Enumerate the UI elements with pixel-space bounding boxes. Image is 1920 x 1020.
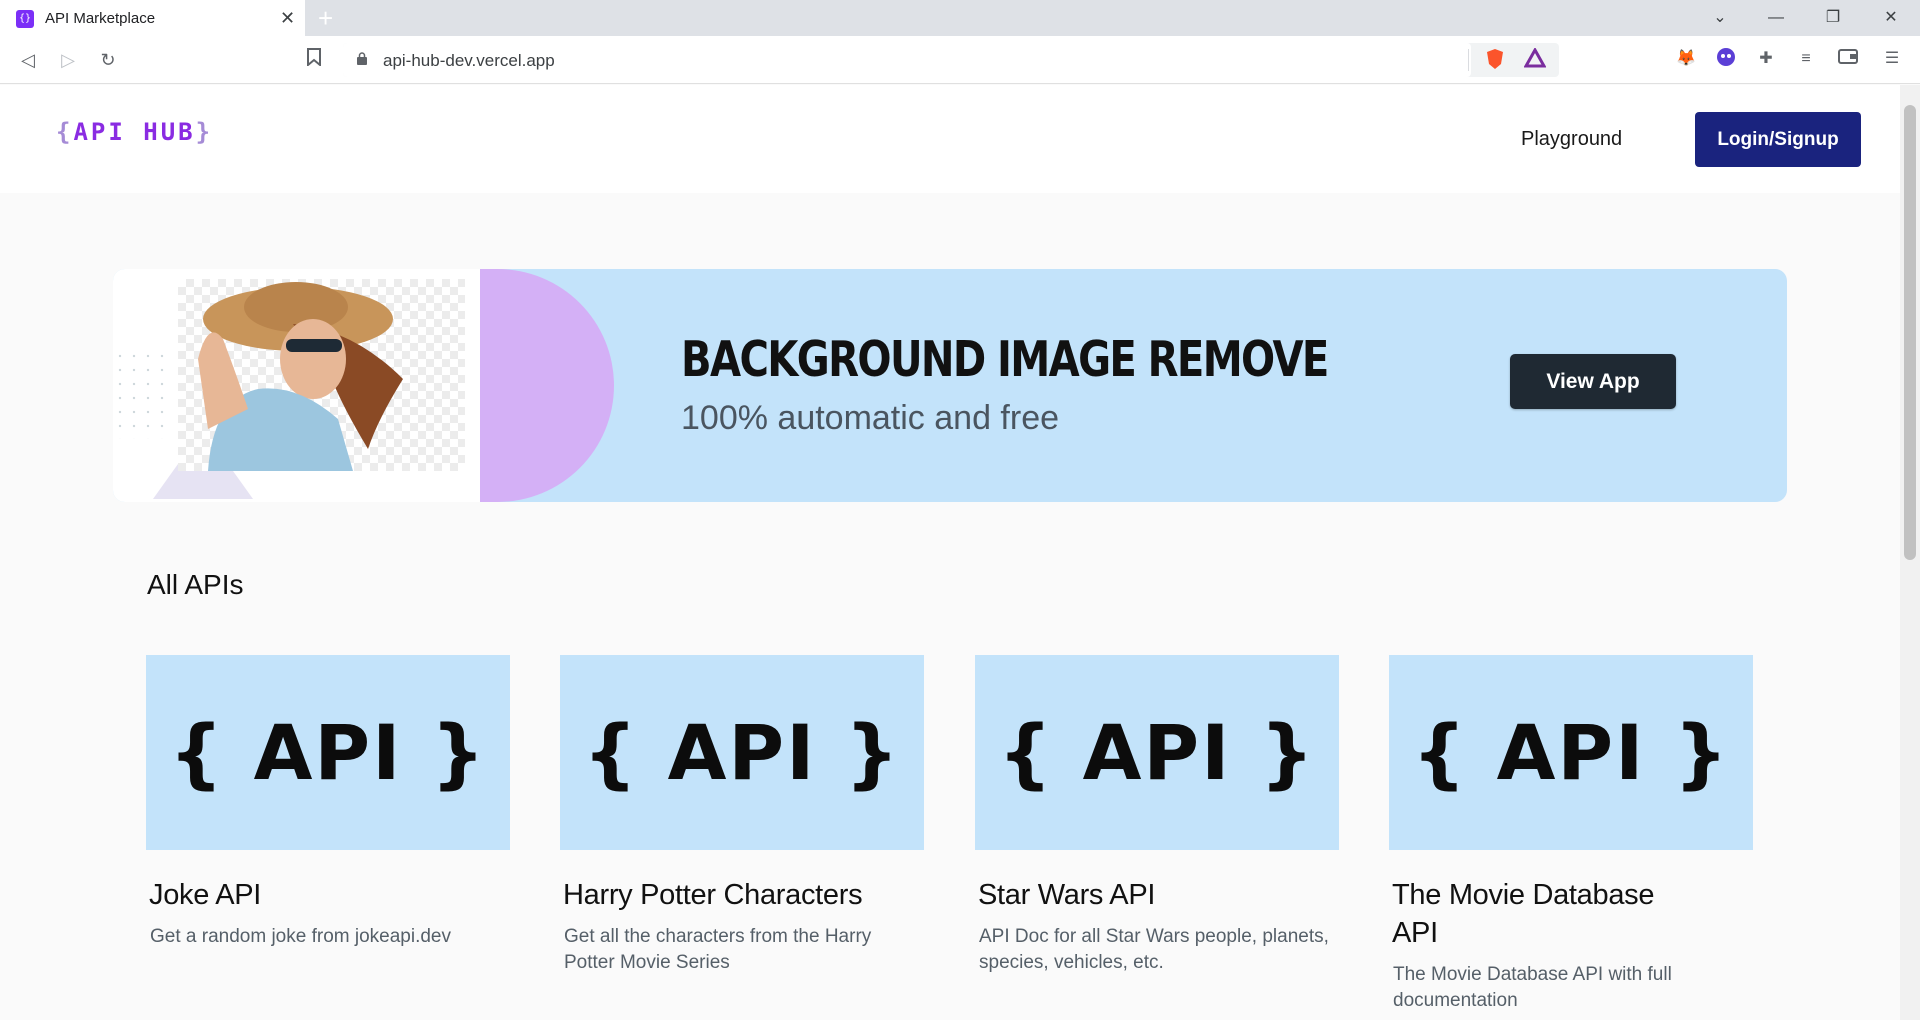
api-card-image-text: { API } bbox=[169, 708, 487, 797]
logo-brace-close: } bbox=[195, 118, 214, 146]
extension-face-icon[interactable] bbox=[1714, 47, 1738, 71]
api-card-image[interactable]: { API } bbox=[560, 655, 924, 850]
page-scrollbar[interactable] bbox=[1900, 85, 1920, 1020]
nav-link-playground[interactable]: Playground bbox=[1521, 128, 1622, 151]
tab-favicon-icon: {} bbox=[16, 10, 34, 28]
api-card-image-text: { API } bbox=[1412, 708, 1730, 797]
extensions-puzzle-icon[interactable]: ✚ bbox=[1754, 47, 1778, 71]
restore-icon[interactable]: ❐ bbox=[1818, 6, 1848, 30]
api-card-image[interactable]: { API } bbox=[146, 655, 510, 850]
api-card-image-text: { API } bbox=[583, 708, 901, 797]
brave-shield-icon[interactable] bbox=[1483, 48, 1507, 72]
api-card[interactable]: { API } Harry Potter Characters Get all … bbox=[560, 655, 924, 976]
forward-icon[interactable]: ▷ bbox=[56, 48, 80, 72]
brave-rewards-icon[interactable] bbox=[1523, 46, 1547, 72]
bookmark-icon[interactable] bbox=[302, 48, 326, 72]
page-viewport: {API HUB} Playground Login/Signup BACKGR… bbox=[0, 85, 1900, 1020]
reload-icon[interactable]: ↻ bbox=[96, 48, 120, 72]
api-card[interactable]: { API } Star Wars API API Doc for all St… bbox=[975, 655, 1339, 976]
media-queue-icon[interactable]: ≡ bbox=[1794, 47, 1818, 71]
api-card-image[interactable]: { API } bbox=[975, 655, 1339, 850]
new-tab-icon[interactable]: + bbox=[318, 4, 333, 32]
logo-word: API HUB bbox=[73, 118, 196, 146]
back-icon[interactable]: ◁ bbox=[16, 48, 40, 72]
login-signup-button[interactable]: Login/Signup bbox=[1695, 112, 1861, 167]
api-card[interactable]: { API } Joke API Get a random joke from … bbox=[146, 655, 510, 950]
woman-with-hat-image bbox=[198, 282, 403, 471]
minimize-icon[interactable]: — bbox=[1761, 6, 1791, 30]
api-card[interactable]: { API } The Movie Database API The Movie… bbox=[1389, 655, 1753, 1014]
api-card-title[interactable]: Harry Potter Characters bbox=[563, 876, 863, 914]
tab-search-chevron-icon[interactable]: ⌄ bbox=[1705, 6, 1735, 30]
tab-title: API Marketplace bbox=[45, 10, 156, 27]
metamask-icon[interactable]: 🦊 bbox=[1674, 47, 1698, 71]
api-card-title[interactable]: Star Wars API bbox=[978, 876, 1278, 914]
api-card-description: API Doc for all Star Wars people, planet… bbox=[979, 926, 1329, 973]
browser-toolbar: ◁ ▷ ↻ api-hub-dev.vercel.app 🦊 ✚ ≡ ☰ bbox=[0, 36, 1920, 84]
api-card-description: The Movie Database API with full documen… bbox=[1393, 964, 1672, 1011]
browser-tab-active[interactable]: {} API Marketplace ✕ bbox=[0, 0, 305, 36]
site-header: {API HUB} Playground Login/Signup bbox=[0, 85, 1900, 193]
site-logo[interactable]: {API HUB} bbox=[56, 118, 213, 146]
scrollbar-thumb[interactable] bbox=[1904, 105, 1916, 560]
banner-image-panel bbox=[113, 269, 480, 502]
omnibox-divider bbox=[1468, 49, 1469, 71]
menu-icon[interactable]: ☰ bbox=[1880, 47, 1904, 71]
api-card-description: Get a random joke from jokeapi.dev bbox=[150, 926, 451, 947]
section-title: All APIs bbox=[147, 569, 244, 600]
api-card-image[interactable]: { API } bbox=[1389, 655, 1753, 850]
decorative-half-circle bbox=[480, 269, 614, 502]
lock-icon bbox=[357, 52, 367, 65]
wallet-icon[interactable] bbox=[1836, 47, 1860, 71]
url-text: api-hub-dev.vercel.app bbox=[383, 51, 555, 70]
address-bar[interactable]: api-hub-dev.vercel.app bbox=[343, 43, 1559, 77]
banner-subtitle: 100% automatic and free bbox=[681, 399, 1060, 437]
api-card-title[interactable]: The Movie Database API bbox=[1392, 876, 1692, 952]
banner-title: BACKGROUND IMAGE REMOVE bbox=[681, 331, 1329, 388]
promo-banner: BACKGROUND IMAGE REMOVE 100% automatic a… bbox=[113, 269, 1787, 502]
api-card-description: Get all the characters from the Harry Po… bbox=[564, 926, 872, 973]
decorative-dots bbox=[113, 349, 173, 439]
logo-brace-open: { bbox=[56, 118, 74, 146]
address-field-bg: api-hub-dev.vercel.app bbox=[343, 43, 1471, 77]
browser-tabstrip: {} API Marketplace ✕ + ⌄ — ❐ ✕ bbox=[0, 0, 1920, 36]
close-window-icon[interactable]: ✕ bbox=[1876, 6, 1906, 30]
api-card-title[interactable]: Joke API bbox=[149, 876, 449, 914]
tab-close-icon[interactable]: ✕ bbox=[280, 8, 295, 28]
view-app-button[interactable]: View App bbox=[1510, 354, 1676, 409]
api-card-image-text: { API } bbox=[998, 708, 1316, 797]
